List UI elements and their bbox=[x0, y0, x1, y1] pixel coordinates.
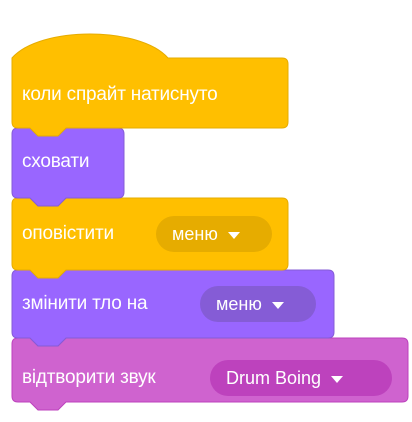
broadcast-message-dropdown[interactable]: меню bbox=[156, 216, 272, 252]
hide-label: сховати bbox=[22, 151, 90, 172]
broadcast-message-value: меню bbox=[172, 223, 218, 244]
sound-value: Drum Boing bbox=[226, 367, 322, 388]
scratch-script: коли спрайт натиснуто сховати оповістити… bbox=[0, 0, 412, 422]
sound-dropdown[interactable]: Drum Boing bbox=[210, 360, 392, 396]
caret-down-icon bbox=[227, 231, 240, 239]
backdrop-dropdown[interactable]: меню bbox=[200, 286, 316, 322]
caret-down-icon bbox=[331, 375, 344, 383]
caret-down-icon bbox=[271, 301, 284, 309]
broadcast-label: оповістити bbox=[22, 223, 114, 244]
switch-backdrop-label: змінити тло на bbox=[22, 293, 148, 314]
script-shapes bbox=[11, 33, 409, 411]
play-sound-label: відтворити звук bbox=[22, 367, 156, 388]
when-sprite-clicked-label: коли спрайт натиснуто bbox=[22, 84, 218, 105]
backdrop-value: меню bbox=[216, 293, 262, 314]
